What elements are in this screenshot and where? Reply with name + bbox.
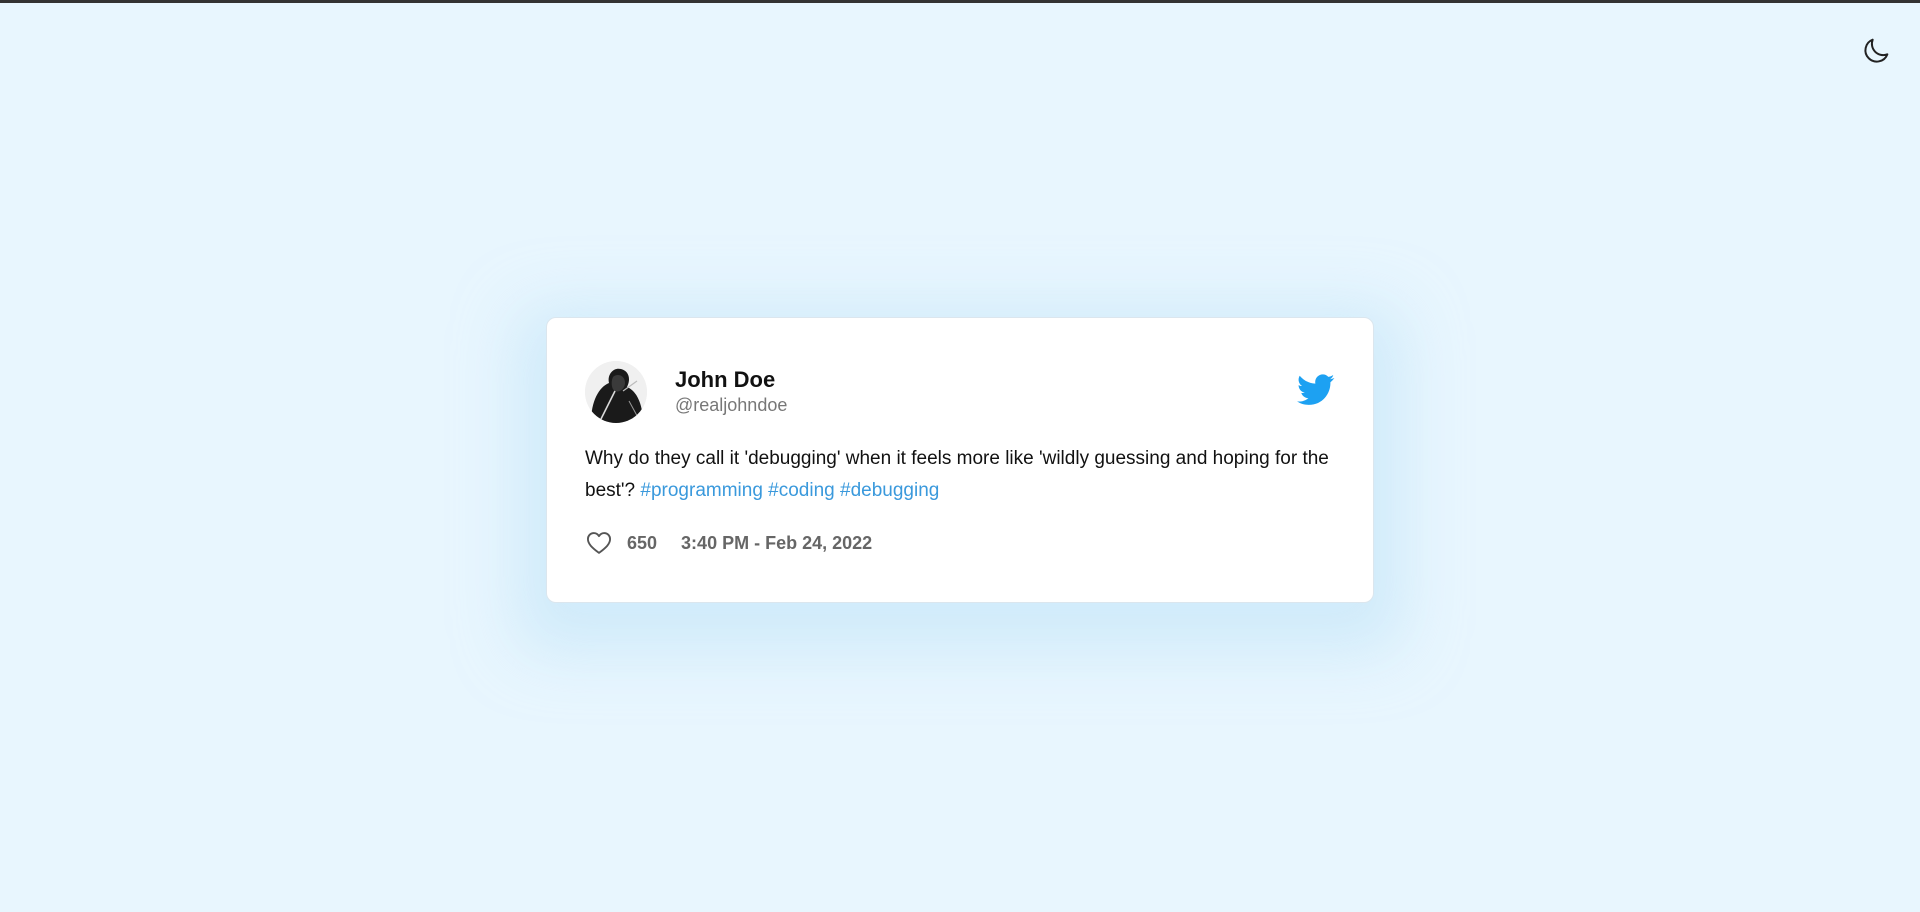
author-handle[interactable]: @realjohndoe bbox=[675, 393, 787, 417]
hashtag-coding[interactable]: #coding bbox=[768, 480, 835, 501]
tweet-text: Why do they call it 'debugging' when it … bbox=[585, 443, 1345, 507]
tweet-timestamp: 3:40 PM - Feb 24, 2022 bbox=[681, 532, 873, 553]
twitter-bird-icon[interactable] bbox=[1297, 374, 1335, 406]
like-count: 650 bbox=[627, 532, 658, 553]
heart-icon[interactable] bbox=[585, 529, 613, 557]
dark-mode-toggle[interactable] bbox=[1860, 35, 1892, 67]
hashtag-programming[interactable]: #programming bbox=[640, 480, 763, 501]
author-name[interactable]: John Doe bbox=[675, 367, 787, 393]
avatar[interactable] bbox=[585, 361, 647, 423]
tweet-card: John Doe @realjohndoe Why do they call i… bbox=[546, 317, 1374, 603]
moon-icon bbox=[1860, 35, 1892, 67]
hashtag-debugging[interactable]: #debugging bbox=[840, 480, 939, 501]
tweet-header: John Doe @realjohndoe bbox=[585, 360, 1335, 424]
author-info: John Doe @realjohndoe bbox=[675, 367, 787, 417]
tweet-footer: 650 3:40 PM - Feb 24, 2022 bbox=[585, 527, 1335, 559]
